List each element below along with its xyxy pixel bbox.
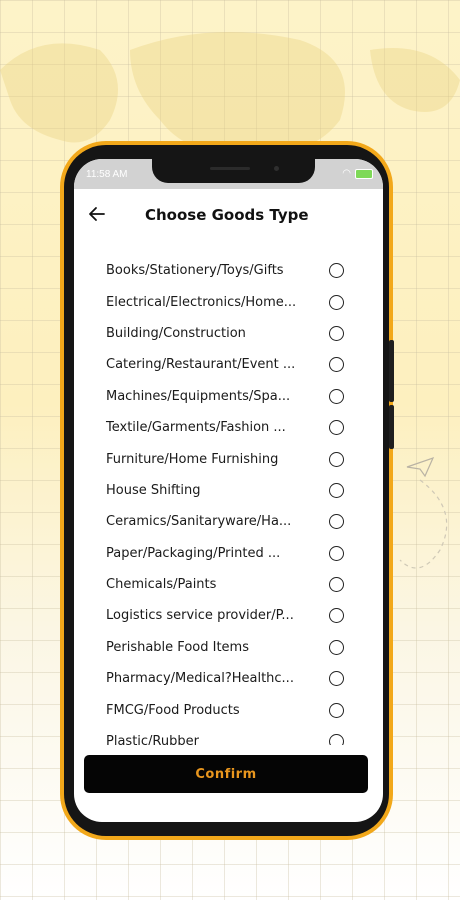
- goods-type-label: Books/Stationery/Toys/Gifts: [106, 263, 284, 279]
- status-bar: 11:58 AM ◠: [74, 159, 383, 189]
- battery-icon: [355, 168, 373, 179]
- goods-type-label: Textile/Garments/Fashion ...: [106, 420, 286, 436]
- goods-type-label: Chemicals/Paints: [106, 577, 217, 593]
- camera-notch: [152, 159, 315, 183]
- list-item[interactable]: Plastic/Rubber: [74, 726, 383, 745]
- goods-type-label: Catering/Restaurant/Event ...: [106, 357, 296, 373]
- status-icons: ◠: [342, 168, 373, 179]
- goods-type-label: Paper/Packaging/Printed ...: [106, 545, 281, 561]
- radio-button[interactable]: [329, 451, 344, 467]
- radio-button[interactable]: [329, 734, 344, 745]
- arrow-left-icon[interactable]: [86, 203, 108, 225]
- radio-button[interactable]: [329, 388, 344, 404]
- radio-button[interactable]: [329, 639, 344, 655]
- radio-button[interactable]: [329, 671, 344, 687]
- goods-type-label: Plastic/Rubber: [106, 734, 199, 745]
- radio-button[interactable]: [329, 482, 344, 498]
- list-item[interactable]: Books/Stationery/Toys/Gifts: [74, 255, 383, 286]
- radio-button[interactable]: [329, 577, 344, 593]
- list-item[interactable]: Ceramics/Sanitaryware/Ha...: [74, 506, 383, 537]
- list-item[interactable]: FMCG/Food Products: [74, 694, 383, 725]
- list-item[interactable]: Building/Construction: [74, 318, 383, 349]
- radio-button[interactable]: [329, 294, 344, 310]
- list-item[interactable]: Machines/Equipments/Spa...: [74, 381, 383, 412]
- goods-type-label: House Shifting: [106, 482, 201, 498]
- list-item[interactable]: Textile/Garments/Fashion ...: [74, 412, 383, 443]
- app-screen: 11:58 AM ◠ Choose Goods Type Books/Stati…: [74, 159, 383, 822]
- list-item[interactable]: Logistics service provider/P...: [74, 600, 383, 631]
- radio-button[interactable]: [329, 357, 344, 373]
- list-item[interactable]: Paper/Packaging/Printed ...: [74, 538, 383, 569]
- goods-type-label: Building/Construction: [106, 325, 246, 341]
- header: Choose Goods Type: [74, 201, 383, 231]
- goods-type-label: Furniture/Home Furnishing: [106, 451, 279, 467]
- goods-type-label: Logistics service provider/P...: [106, 608, 294, 624]
- list-item[interactable]: Electrical/Electronics/Home...: [74, 286, 383, 317]
- list-item[interactable]: Catering/Restaurant/Event ...: [74, 349, 383, 380]
- radio-button[interactable]: [329, 325, 344, 341]
- volume-button: [389, 340, 394, 402]
- radio-button[interactable]: [329, 263, 344, 279]
- goods-type-label: Pharmacy/Medical?Healthc...: [106, 671, 294, 687]
- radio-button[interactable]: [329, 420, 344, 436]
- goods-type-list: Books/Stationery/Toys/Gifts Electrical/E…: [74, 255, 383, 745]
- page-title: Choose Goods Type: [145, 206, 309, 224]
- list-item[interactable]: Perishable Food Items: [74, 632, 383, 663]
- radio-button[interactable]: [329, 702, 344, 718]
- wifi-icon: ◠: [342, 168, 351, 179]
- radio-button[interactable]: [329, 514, 344, 530]
- goods-type-label: Perishable Food Items: [106, 639, 249, 655]
- confirm-button[interactable]: Confirm: [84, 755, 368, 793]
- goods-type-label: Electrical/Electronics/Home...: [106, 294, 297, 310]
- goods-type-label: Ceramics/Sanitaryware/Ha...: [106, 514, 292, 530]
- list-item[interactable]: Pharmacy/Medical?Healthc...: [74, 663, 383, 694]
- list-item[interactable]: Chemicals/Paints: [74, 569, 383, 600]
- goods-type-label: Machines/Equipments/Spa...: [106, 388, 291, 404]
- list-item[interactable]: House Shifting: [74, 475, 383, 506]
- radio-button[interactable]: [329, 545, 344, 561]
- status-time: 11:58 AM: [86, 169, 128, 180]
- list-item[interactable]: Furniture/Home Furnishing: [74, 443, 383, 474]
- radio-button[interactable]: [329, 608, 344, 624]
- power-button: [389, 405, 394, 449]
- goods-type-label: FMCG/Food Products: [106, 702, 240, 718]
